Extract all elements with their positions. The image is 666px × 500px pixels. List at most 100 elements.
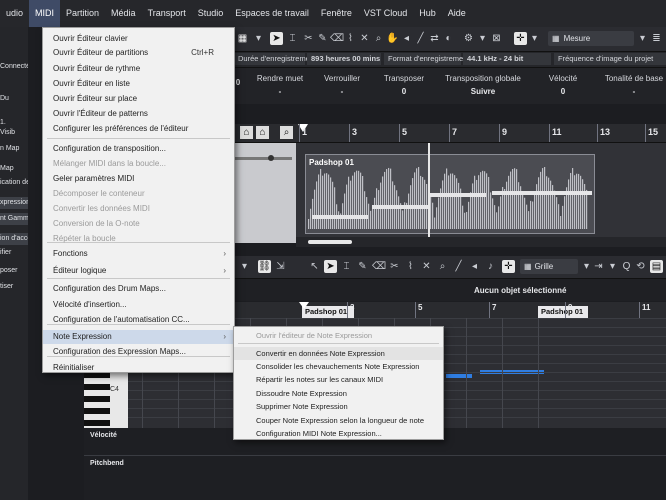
trim-tool-icon[interactable]: ✂ bbox=[388, 260, 401, 273]
note-expression-menu-item[interactable]: Convertir en données Note Expression bbox=[234, 347, 443, 360]
inspector-item[interactable]: Visib bbox=[0, 127, 28, 139]
zoom-tool-icon[interactable]: ⌕ bbox=[372, 32, 385, 45]
split-tool-icon[interactable]: ✂ bbox=[302, 32, 315, 45]
menubar-item-midi[interactable]: MIDI bbox=[29, 0, 61, 27]
mute-tool-icon[interactable]: ✕ bbox=[420, 260, 433, 273]
pointer-tool-icon[interactable]: ➤ bbox=[324, 260, 337, 273]
note-expression-menu-item[interactable]: Configuration MIDI Note Expression... bbox=[234, 427, 443, 440]
project-ruler[interactable]: ⌂ ⌂ ⌕ 1 3 5 7 9 11 13 15 bbox=[230, 124, 666, 143]
dropdown-arrow-icon[interactable]: ▾ bbox=[238, 260, 251, 273]
menubar-item-m-dia[interactable]: Média bbox=[105, 0, 142, 27]
menubar-item-fen-tre[interactable]: Fenêtre bbox=[315, 0, 358, 27]
midi-menu-item[interactable]: Ouvrir Éditeur en liste bbox=[43, 77, 234, 91]
info-global-transpose[interactable]: Transposition globale Suivre bbox=[442, 74, 524, 96]
midi-menu-item[interactable]: Configurer les préférences de l'éditeur bbox=[43, 122, 234, 136]
snap-type-arrow-icon[interactable]: ▾ bbox=[528, 32, 541, 45]
track-fader[interactable] bbox=[234, 157, 292, 160]
midi-menu-item[interactable]: Ouvrir Éditeur clavier bbox=[43, 32, 234, 46]
speaker-tool-icon[interactable]: ◂ bbox=[468, 260, 481, 273]
note-expression-menu-item[interactable]: Répartir les notes sur les canaux MIDI bbox=[234, 373, 443, 386]
midi-menu-item[interactable]: Ouvrir Éditeur de rythme bbox=[43, 62, 234, 76]
inspector-item[interactable]: nt Gamme bbox=[0, 213, 28, 225]
color-tool-icon[interactable]: ◐ bbox=[442, 32, 455, 45]
inspector-item[interactable]: ication de bbox=[0, 177, 28, 189]
midi-menu-item[interactable]: Vélocité d'insertion... bbox=[43, 298, 234, 312]
automation-icon[interactable]: ⚙ bbox=[462, 32, 475, 45]
midi-menu-item[interactable]: Réinitialiser bbox=[43, 361, 234, 375]
editor-ruler[interactable]: Padshop 01 Padshop 01 3 5 7 9 11 bbox=[230, 302, 666, 319]
menubar-item-aide[interactable]: Aide bbox=[442, 0, 472, 27]
snap-icon[interactable]: ✛ bbox=[502, 260, 515, 273]
dropdown-arrow-icon[interactable]: ▾ bbox=[636, 32, 649, 45]
info-transpose[interactable]: Transposer 0 bbox=[378, 74, 430, 96]
midi-menu-item[interactable]: Configuration des Expression Maps... bbox=[43, 345, 234, 359]
line-tool-icon[interactable]: ╱ bbox=[452, 260, 465, 273]
home-icon[interactable]: ⌂ bbox=[240, 126, 253, 139]
q-icon[interactable]: Q bbox=[620, 260, 633, 273]
black-key[interactable] bbox=[84, 384, 110, 390]
midi-note[interactable] bbox=[446, 374, 472, 378]
menubar-item-hub[interactable]: Hub bbox=[413, 0, 442, 27]
pencil-tool-icon[interactable]: ✎ bbox=[316, 32, 329, 45]
black-key[interactable] bbox=[84, 396, 110, 402]
menubar-item-udio[interactable]: udio bbox=[0, 0, 29, 27]
menubar-item-studio[interactable]: Studio bbox=[192, 0, 230, 27]
snap-icon[interactable]: ✛ bbox=[514, 32, 527, 45]
dropdown-arrow-icon[interactable]: ▾ bbox=[252, 32, 265, 45]
pointer-tool-icon[interactable]: ➤ bbox=[270, 32, 283, 45]
range-tool-icon[interactable]: ⌶ bbox=[340, 260, 353, 273]
inspector-item[interactable]: Du bbox=[0, 93, 28, 105]
insert-icon[interactable]: ⇲ bbox=[274, 260, 287, 273]
midi-menu-item[interactable]: Geler paramètres MIDI bbox=[43, 172, 234, 186]
menubar-item-partition[interactable]: Partition bbox=[60, 0, 105, 27]
note-expression-menu-item[interactable]: Couper Note Expression selon la longueur… bbox=[234, 414, 443, 427]
scrollbar-thumb[interactable] bbox=[308, 240, 352, 244]
playhead-marker-icon[interactable] bbox=[299, 302, 309, 310]
track-list[interactable] bbox=[230, 143, 296, 243]
midi-menu-item[interactable]: Configuration des Drum Maps... bbox=[43, 282, 234, 296]
project-framerate-button[interactable]: Fréquence d'image du projet bbox=[554, 53, 666, 65]
dropdown-arrow-icon[interactable]: ▾ bbox=[606, 260, 619, 273]
black-key[interactable] bbox=[84, 420, 110, 426]
midi-menu-item[interactable]: Ouvrir Éditeur sur place bbox=[43, 92, 234, 106]
zoom-tool-icon[interactable]: ⌕ bbox=[436, 260, 449, 273]
dropdown-arrow-icon[interactable]: ▾ bbox=[476, 32, 489, 45]
note-expression-menu-item[interactable]: Consolider les chevauchements Note Expre… bbox=[234, 360, 443, 373]
speaker-tool-icon[interactable]: ◂ bbox=[400, 32, 413, 45]
note-expression-menu-item[interactable]: Dissoudre Note Expression bbox=[234, 387, 443, 400]
info-mute[interactable]: Rendre muet - bbox=[254, 74, 306, 96]
select-tool-icon[interactable]: ↖ bbox=[308, 260, 321, 273]
glue-tool-icon[interactable]: ⌇ bbox=[344, 32, 357, 45]
menubar-item-vst-cloud[interactable]: VST Cloud bbox=[358, 0, 413, 27]
line-tool-icon[interactable]: ╱ bbox=[414, 32, 427, 45]
range-tool-icon[interactable]: ⌶ bbox=[286, 32, 299, 45]
fader-knob[interactable] bbox=[268, 155, 274, 161]
link-icon[interactable]: ⛓ bbox=[258, 260, 271, 273]
horizontal-scrollbar[interactable] bbox=[296, 237, 666, 247]
acoustic-feedback-icon[interactable]: ♪ bbox=[484, 260, 497, 273]
inspector-item[interactable]: ifier bbox=[0, 247, 28, 259]
glue-tool-icon[interactable]: ⌇ bbox=[404, 260, 417, 273]
midi-menu-item[interactable]: Configuration de transposition... bbox=[43, 142, 234, 156]
home-icon[interactable]: ⌂ bbox=[256, 126, 269, 139]
comp-tool-icon[interactable]: ⇄ bbox=[428, 32, 441, 45]
inspector-item[interactable]: xpression bbox=[0, 197, 28, 209]
inspector-item[interactable]: poser bbox=[0, 265, 28, 277]
eraser-tool-icon[interactable]: ⌫ bbox=[330, 32, 344, 45]
inspector-item[interactable]: Connecté bbox=[0, 61, 28, 73]
midi-menu-item[interactable]: Ouvrir l'Éditeur de patterns bbox=[43, 107, 234, 121]
inspector-item[interactable]: tiser bbox=[0, 281, 28, 293]
midi-part-padshop[interactable]: Padshop 01 bbox=[305, 154, 595, 234]
menubar-item-espaces-de-travail[interactable]: Espaces de travail bbox=[229, 0, 315, 27]
inspector-item[interactable]: n Map bbox=[0, 143, 28, 155]
hand-tool-icon[interactable]: ✋ bbox=[386, 32, 399, 45]
black-key[interactable] bbox=[84, 408, 110, 414]
pencil-tool-icon[interactable]: ✎ bbox=[356, 260, 369, 273]
midi-menu-item[interactable]: Configuration de l'automatisation CC... bbox=[43, 313, 234, 327]
lock-icon[interactable]: ⊠ bbox=[490, 32, 503, 45]
menubar-item-transport[interactable]: Transport bbox=[142, 0, 192, 27]
note-expression-menu-item[interactable]: Supprimer Note Expression bbox=[234, 400, 443, 413]
eraser-tool-icon[interactable]: ⌫ bbox=[372, 260, 386, 273]
info-velocity[interactable]: Vélocité 0 bbox=[540, 74, 586, 96]
midi-menu-item[interactable]: Fonctions › bbox=[43, 247, 234, 261]
